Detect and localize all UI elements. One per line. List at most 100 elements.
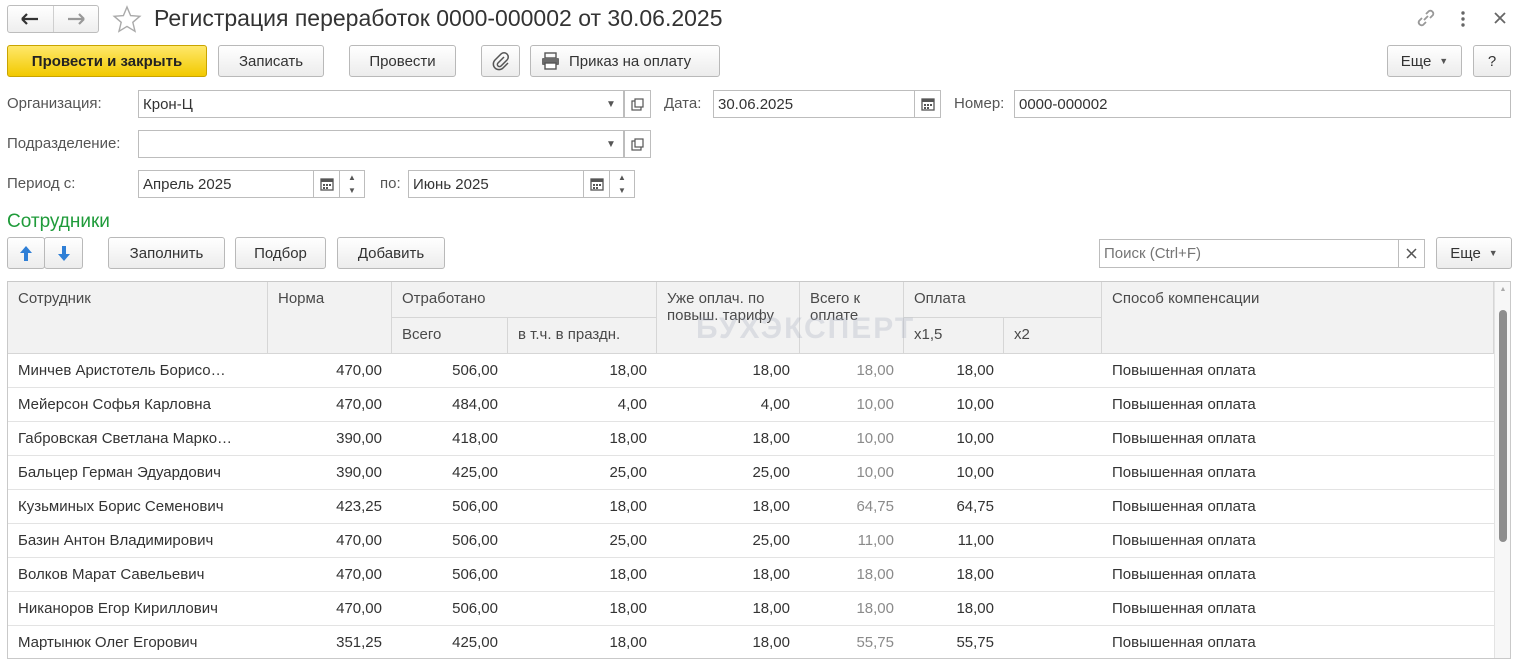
period-from-spinner[interactable]: ▲ ▼ (340, 170, 365, 198)
back-arrow-icon[interactable] (8, 6, 54, 32)
cell-employee: Мейерсон Софья Карловна (18, 396, 211, 413)
header-x15[interactable]: х1,5 (904, 318, 1004, 354)
more-label: Еще (1400, 52, 1432, 70)
header-compensation[interactable]: Способ компенсации (1102, 282, 1494, 354)
paperclip-icon (492, 51, 510, 71)
cell-total-to-pay: 18,00 (856, 362, 894, 379)
cell-holidays: 18,00 (609, 498, 647, 515)
select-button[interactable]: Подбор (235, 237, 326, 269)
cell-worked: 506,00 (452, 600, 498, 617)
scrollbar[interactable]: ▲ (1494, 282, 1510, 658)
organization-label: Организация: (7, 95, 102, 112)
division-label: Подразделение: (7, 135, 121, 152)
header-norm[interactable]: Норма (268, 282, 392, 354)
date-field[interactable]: 30.06.2025 (713, 90, 915, 118)
period-to-field[interactable]: Июнь 2025 (408, 170, 584, 198)
header-worked[interactable]: Отработано (392, 282, 657, 318)
table-row[interactable]: Габровская Светлана Марко… 390,00 418,00 18… (8, 422, 1494, 456)
table-row[interactable]: Волков Марат Савельевич 470,00 506,00 18,00… (8, 558, 1494, 592)
period-from-field[interactable]: Апрель 2025 (138, 170, 314, 198)
cell-norm: 470,00 (336, 600, 382, 617)
cell-holidays: 18,00 (609, 600, 647, 617)
cell-holidays: 25,00 (609, 532, 647, 549)
move-down-button[interactable] (44, 237, 83, 269)
close-icon[interactable] (1492, 10, 1508, 26)
cell-norm: 390,00 (336, 464, 382, 481)
cell-x15: 55,75 (956, 634, 994, 651)
table-row[interactable]: Кузьминых Борис Семенович 423,25 506,00 18,… (8, 490, 1494, 524)
forward-arrow-icon[interactable] (54, 6, 99, 32)
cell-already-paid: 18,00 (752, 600, 790, 617)
header-worked-holidays[interactable]: в т.ч. в праздн. (508, 318, 657, 354)
table-row[interactable]: Минчев Аристотель Борисо… 470,00 506,00 18,… (8, 354, 1494, 388)
header-payment[interactable]: Оплата (904, 282, 1102, 318)
cell-worked: 418,00 (452, 430, 498, 447)
scrollbar-thumb[interactable] (1499, 310, 1507, 542)
division-open-icon[interactable] (624, 130, 651, 158)
table-row[interactable]: Никаноров Егор Кириллович 470,00 506,00 18,… (8, 592, 1494, 626)
more-menu-button[interactable]: Еще ▼ (1387, 45, 1462, 77)
cell-employee: Мартынюк Олег Егорович (18, 634, 198, 651)
table-row[interactable]: Бальцер Герман Эдуардович 390,00 425,00 25,… (8, 456, 1494, 490)
move-up-icon (19, 245, 33, 262)
cell-x15: 18,00 (956, 566, 994, 583)
table-row[interactable]: Мартынюк Олег Егорович 351,25 425,00 18,00 1… (8, 626, 1494, 658)
chevron-down-icon: ▼ (1488, 248, 1498, 258)
table-row[interactable]: Мейерсон Софья Карловна 470,00 484,00 4,00 4… (8, 388, 1494, 422)
clear-search-icon[interactable] (1398, 239, 1425, 268)
cell-total-to-pay: 18,00 (856, 566, 894, 583)
cell-x15: 10,00 (956, 396, 994, 413)
help-button[interactable]: ? (1473, 45, 1511, 77)
scroll-up-icon[interactable]: ▲ (1495, 282, 1510, 298)
cell-x15: 18,00 (956, 362, 994, 379)
cell-total-to-pay: 10,00 (856, 430, 894, 447)
division-dropdown-icon[interactable]: ▼ (599, 130, 624, 158)
table-more-label: Еще (1450, 244, 1481, 262)
add-button[interactable]: Добавить (337, 237, 445, 269)
table-row[interactable]: Базин Антон Владимирович 470,00 506,00 25,0… (8, 524, 1494, 558)
link-icon[interactable] (1414, 7, 1438, 29)
attachments-button[interactable] (481, 45, 520, 77)
division-field[interactable] (138, 130, 600, 158)
number-field[interactable]: 0000-000002 (1014, 90, 1511, 118)
star-icon[interactable] (112, 5, 142, 33)
chevron-down-icon: ▼ (1439, 56, 1449, 66)
post-and-close-button[interactable]: Провести и закрыть (7, 45, 207, 77)
cell-compensation: Повышенная оплата (1112, 362, 1256, 379)
cell-compensation: Повышенная оплата (1112, 396, 1256, 413)
period-to-calendar-icon[interactable] (583, 170, 610, 198)
cell-x2 (1008, 524, 1092, 558)
kebab-icon[interactable] (1456, 9, 1470, 29)
fill-button[interactable]: Заполнить (108, 237, 225, 269)
number-label: Номер: (954, 95, 1005, 112)
cell-worked: 506,00 (452, 362, 498, 379)
organization-field[interactable]: Крон-Ц (138, 90, 600, 118)
cell-x15: 18,00 (956, 600, 994, 617)
header-worked-total[interactable]: Всего (392, 318, 508, 354)
header-x2[interactable]: х2 (1004, 318, 1102, 354)
period-from-calendar-icon[interactable] (313, 170, 340, 198)
organization-dropdown-icon[interactable]: ▼ (599, 90, 624, 118)
table-more-button[interactable]: Еще ▼ (1436, 237, 1512, 269)
cell-total-to-pay: 10,00 (856, 396, 894, 413)
move-up-button[interactable] (7, 237, 45, 269)
cell-x15: 64,75 (956, 498, 994, 515)
post-button[interactable]: Провести (349, 45, 456, 77)
cell-x2 (1008, 592, 1092, 626)
cell-compensation: Повышенная оплата (1112, 566, 1256, 583)
watermark: БУХЭКСПЕРТ (696, 312, 916, 345)
window-title: Регистрация переработок 0000-000002 от 3… (154, 5, 723, 31)
print-order-button[interactable]: Приказ на оплату (530, 45, 720, 77)
save-button[interactable]: Записать (218, 45, 324, 77)
cell-employee: Базин Антон Владимирович (18, 532, 214, 549)
organization-open-icon[interactable] (624, 90, 651, 118)
calendar-icon[interactable] (914, 90, 941, 118)
search-input[interactable] (1099, 239, 1399, 268)
period-to-spinner[interactable]: ▲ ▼ (610, 170, 635, 198)
cell-x15: 10,00 (956, 430, 994, 447)
cell-already-paid: 25,00 (752, 532, 790, 549)
cell-total-to-pay: 10,00 (856, 464, 894, 481)
header-employee[interactable]: Сотрудник (8, 282, 268, 354)
print-order-label: Приказ на оплату (569, 52, 692, 70)
cell-holidays: 4,00 (617, 396, 647, 413)
